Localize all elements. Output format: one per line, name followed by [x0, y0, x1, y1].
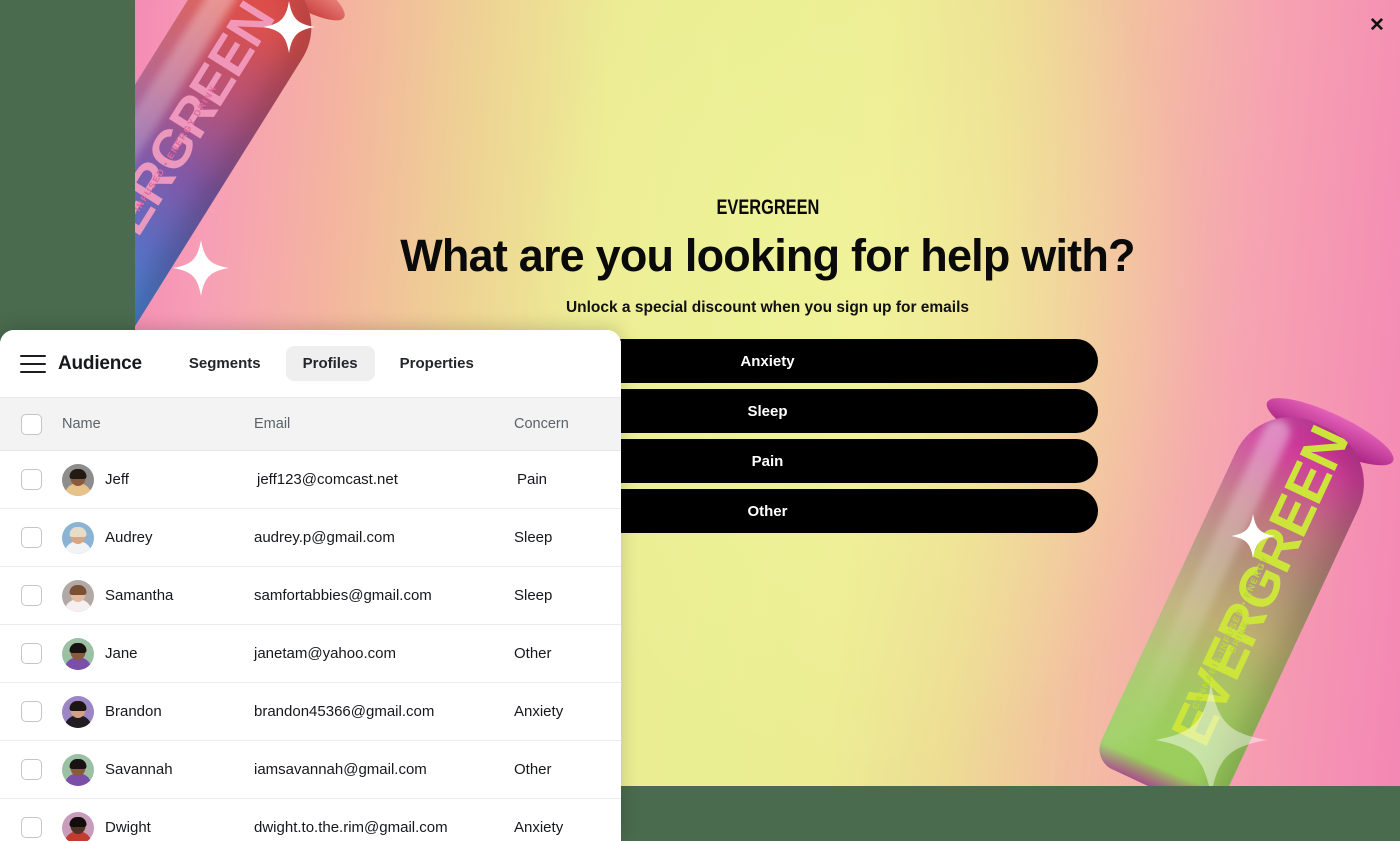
brand-logo: EVERGREEN: [716, 196, 819, 219]
profile-email: iamsavannah@gmail.com: [254, 761, 427, 778]
table-row[interactable]: Brandon brandon45366@gmail.com Anxiety: [0, 683, 621, 741]
tab-profiles[interactable]: Profiles: [285, 346, 375, 381]
row-checkbox[interactable]: [20, 469, 42, 490]
profile-concern: Pain: [517, 471, 548, 488]
table-row[interactable]: Samantha samfortabbies@gmail.com Sleep: [0, 567, 621, 625]
avatar: [62, 637, 94, 670]
profile-concern: Sleep: [514, 529, 553, 546]
profile-concern: Sleep: [514, 587, 553, 604]
row-select-cell: [0, 817, 62, 838]
profile-concern: Other: [514, 645, 552, 662]
column-header-email: Email: [254, 416, 291, 432]
row-checkbox[interactable]: [20, 585, 42, 606]
row-select-cell: [0, 469, 62, 490]
row-checkbox[interactable]: [20, 817, 42, 838]
column-header-concern: Concern: [514, 416, 569, 432]
tab-properties[interactable]: Properties: [383, 346, 491, 381]
avatar: [62, 811, 94, 841]
close-icon[interactable]: ✕: [1362, 10, 1392, 40]
avatar: [62, 579, 94, 612]
table-row[interactable]: Savannah iamsavannah@gmail.com Other: [0, 741, 621, 799]
profile-concern: Other: [514, 761, 552, 778]
profile-name: Brandon: [105, 703, 162, 720]
profile-email: jeff123@comcast.net: [257, 471, 398, 488]
profile-email: samfortabbies@gmail.com: [254, 587, 432, 604]
row-checkbox[interactable]: [20, 701, 42, 722]
profile-email: dwight.to.the.rim@gmail.com: [254, 819, 448, 836]
profile-email: audrey.p@gmail.com: [254, 529, 395, 546]
cell-name: Jeff: [62, 463, 254, 496]
profile-email: brandon45366@gmail.com: [254, 703, 435, 720]
profile-email: janetam@yahoo.com: [254, 645, 396, 662]
row-select-cell: [0, 643, 62, 664]
profile-name: Dwight: [105, 819, 151, 836]
cell-name: Samantha: [62, 579, 254, 612]
column-header-name: Name: [62, 416, 101, 432]
row-select-cell: [0, 527, 62, 548]
tab-segments[interactable]: Segments: [172, 346, 278, 381]
table-row[interactable]: Jeff jeff123@comcast.net Pain: [0, 451, 621, 509]
avatar: [62, 695, 94, 728]
profile-name: Savannah: [105, 761, 173, 778]
cell-name: Jane: [62, 637, 254, 670]
audience-panel: Audience Segments Profiles Properties Name…: [0, 330, 621, 841]
page-title: Audience: [58, 352, 142, 374]
profile-name: Jane: [105, 645, 138, 662]
avatar: [62, 521, 94, 554]
select-all-checkbox[interactable]: [20, 413, 42, 435]
cell-name: Savannah: [62, 753, 254, 786]
profiles-table-body: Jeff jeff123@comcast.net Pain Audrey audrey.…: [0, 451, 621, 841]
audience-tabs: Segments Profiles Properties: [172, 346, 491, 381]
avatar: [62, 753, 94, 786]
table-header-row: Name Email Concern: [0, 397, 621, 451]
profile-concern: Anxiety: [514, 819, 564, 836]
row-checkbox[interactable]: [20, 643, 42, 664]
hamburger-icon[interactable]: [20, 354, 46, 373]
select-all-cell: [0, 413, 62, 435]
profile-name: Jeff: [105, 471, 129, 488]
avatar: [62, 463, 94, 496]
profile-name: Audrey: [105, 529, 153, 546]
audience-toolbar: Audience Segments Profiles Properties: [0, 330, 621, 397]
row-select-cell: [0, 585, 62, 606]
popup-title: What are you looking for help with?: [400, 230, 1135, 281]
cell-name: Dwight: [62, 811, 254, 841]
table-row[interactable]: Audrey audrey.p@gmail.com Sleep: [0, 509, 621, 567]
row-checkbox[interactable]: [20, 759, 42, 780]
popup-subtitle: Unlock a special discount when you sign …: [565, 299, 970, 316]
row-select-cell: [0, 701, 62, 722]
cell-name: Audrey: [62, 521, 254, 554]
profile-concern: Anxiety: [514, 703, 564, 720]
row-select-cell: [0, 759, 62, 780]
cell-name: Brandon: [62, 695, 254, 728]
table-row[interactable]: Dwight dwight.to.the.rim@gmail.com Anxiety: [0, 799, 621, 841]
table-row[interactable]: Jane janetam@yahoo.com Other: [0, 625, 621, 683]
row-checkbox[interactable]: [20, 527, 42, 548]
profile-name: Samantha: [105, 587, 174, 604]
